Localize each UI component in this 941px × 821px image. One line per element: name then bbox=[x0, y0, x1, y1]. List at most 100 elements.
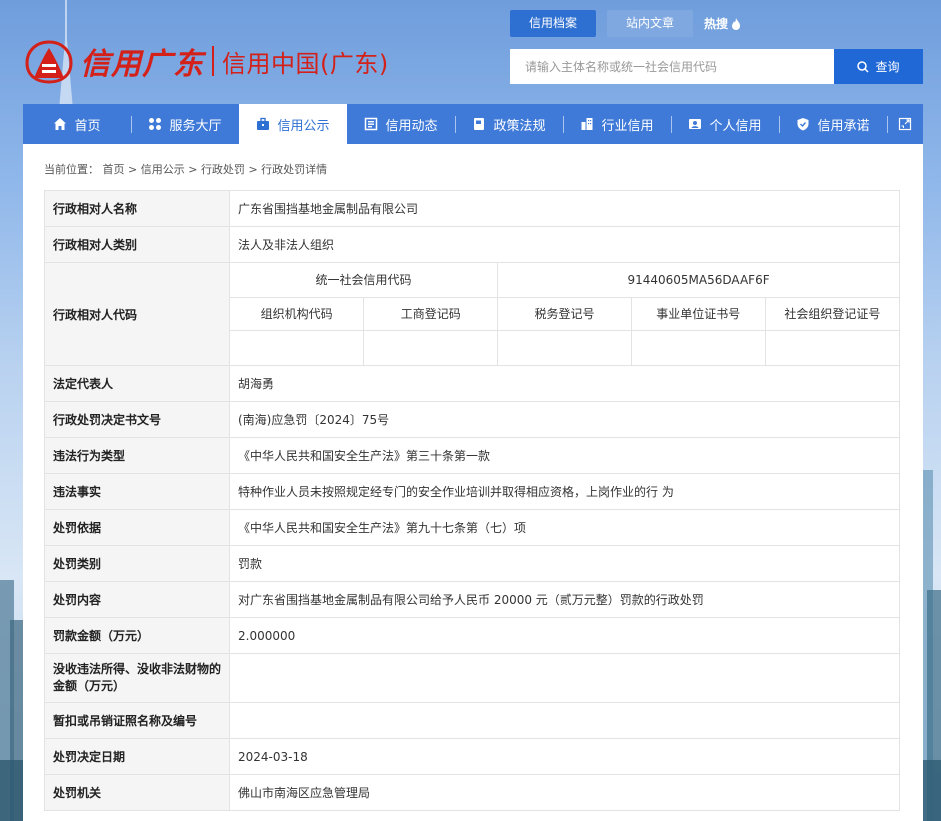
building-icon bbox=[581, 118, 593, 130]
penalty-detail-table: 行政相对人名称 广东省围挡基地金属制品有限公司 行政相对人类别 法人及非法人组织… bbox=[44, 190, 900, 811]
nav-item-home[interactable]: 首页 bbox=[23, 104, 131, 144]
book-icon bbox=[474, 118, 485, 130]
table-row: 处罚机关 佛山市南海区应急管理局 bbox=[44, 774, 900, 811]
category-value: 罚款 bbox=[229, 545, 900, 582]
external-window-icon bbox=[898, 117, 912, 131]
nav-item-credit-commitment[interactable]: 信用承诺 bbox=[779, 104, 887, 144]
search-button[interactable]: 查询 bbox=[834, 49, 923, 84]
nav-item-label: 政策法规 bbox=[493, 118, 546, 134]
authority-value: 佛山市南海区应急管理局 bbox=[229, 774, 900, 811]
org-code-value bbox=[230, 329, 365, 365]
license-value bbox=[229, 702, 900, 739]
breadcrumb-separator: > bbox=[128, 163, 138, 176]
table-row: 处罚决定日期 2024-03-18 bbox=[44, 738, 900, 775]
search-scope-tabs: 信用档案 站内文章 热搜 bbox=[510, 10, 741, 37]
institution-cert-value bbox=[630, 329, 766, 365]
briefcase-icon bbox=[257, 117, 270, 130]
confiscation-value bbox=[229, 653, 900, 703]
breadcrumb-item-current: 行政处罚详情 bbox=[261, 163, 328, 176]
nav-item-credit-news[interactable]: 信用动态 bbox=[347, 104, 455, 144]
institution-cert-header: 事业单位证书号 bbox=[630, 296, 766, 331]
tax-reg-header: 税务登记号 bbox=[497, 296, 632, 331]
nav-expand-button[interactable] bbox=[887, 104, 923, 144]
table-row: 行政处罚决定书文号 (南海)应急罚〔2024〕75号 bbox=[44, 401, 900, 438]
breadcrumb-separator: > bbox=[188, 163, 198, 176]
fine-label: 罚款金额（万元） bbox=[44, 617, 230, 654]
party-code-subtable: 统一社会信用代码 91440605MA56DAAF6F 组织机构代码 工商登记码… bbox=[230, 263, 899, 365]
nav-item-label: 个人信用 bbox=[709, 118, 762, 134]
logo-divider bbox=[212, 46, 214, 76]
shield-check-icon bbox=[797, 118, 809, 131]
site-logo[interactable]: 信用广东 信用中国(广东) bbox=[22, 38, 389, 84]
breadcrumb-item-credit-disclosure[interactable]: 信用公示 bbox=[141, 163, 185, 176]
basis-label: 处罚依据 bbox=[44, 509, 230, 546]
breadcrumb-item-admin-penalty[interactable]: 行政处罚 bbox=[201, 163, 245, 176]
content-label: 处罚内容 bbox=[44, 581, 230, 618]
search-icon bbox=[857, 60, 870, 73]
hot-search-link[interactable]: 热搜 bbox=[704, 15, 741, 32]
nav-item-service-hall[interactable]: 服务大厅 bbox=[131, 104, 239, 144]
table-row: 违法行为类型 《中华人民共和国安全生产法》第三十条第一款 bbox=[44, 437, 900, 474]
search-input[interactable] bbox=[510, 49, 834, 84]
tab-credit-archive[interactable]: 信用档案 bbox=[510, 10, 597, 37]
decision-date-label: 处罚决定日期 bbox=[44, 738, 230, 775]
uscc-value: 91440605MA56DAAF6F bbox=[497, 263, 899, 298]
main-nav: 首页 服务大厅 信用公示 信用动态 政策法规 行业信用 个人信用 信用承诺 bbox=[23, 104, 923, 144]
org-code-header: 组织机构代码 bbox=[230, 296, 365, 331]
party-code-cell: 统一社会信用代码 91440605MA56DAAF6F 组织机构代码 工商登记码… bbox=[229, 262, 900, 366]
violation-type-label: 违法行为类型 bbox=[44, 437, 230, 474]
table-row: 处罚依据 《中华人民共和国安全生产法》第九十七条第（七）项 bbox=[44, 509, 900, 546]
breadcrumb: 当前位置： 首页 > 信用公示 > 行政处罚 > 行政处罚详情 bbox=[44, 161, 327, 177]
table-row: 罚款金额（万元） 2.000000 bbox=[44, 617, 900, 654]
table-row: 处罚类别 罚款 bbox=[44, 545, 900, 582]
legal-rep-value: 胡海勇 bbox=[229, 365, 900, 402]
breadcrumb-item-home[interactable]: 首页 bbox=[103, 163, 125, 176]
flame-icon bbox=[732, 17, 741, 30]
social-org-header: 社会组织登记证号 bbox=[764, 296, 899, 331]
decision-date-value: 2024-03-18 bbox=[229, 738, 900, 775]
table-row: 行政相对人名称 广东省围挡基地金属制品有限公司 bbox=[44, 190, 900, 227]
tax-reg-value bbox=[497, 329, 632, 365]
business-reg-value bbox=[363, 329, 499, 365]
violation-type-value: 《中华人民共和国安全生产法》第三十条第一款 bbox=[229, 437, 900, 474]
search-bar: 查询 bbox=[510, 49, 923, 84]
content-value: 对广东省围挡基地金属制品有限公司给予人民币 20000 元（贰万元整）罚款的行政… bbox=[229, 581, 900, 618]
table-row: 行政相对人代码 统一社会信用代码 91440605MA56DAAF6F 组织机构… bbox=[44, 262, 900, 366]
nav-item-personal-credit[interactable]: 个人信用 bbox=[671, 104, 779, 144]
nav-item-label: 服务大厅 bbox=[169, 118, 222, 134]
nav-item-credit-disclosure[interactable]: 信用公示 bbox=[239, 104, 347, 144]
city-skyline-left bbox=[0, 580, 24, 821]
table-row: 法定代表人 胡海勇 bbox=[44, 365, 900, 402]
uscc-label: 统一社会信用代码 bbox=[230, 263, 499, 298]
license-label: 暂扣或吊销证照名称及编号 bbox=[44, 702, 230, 739]
party-type-label: 行政相对人类别 bbox=[44, 226, 230, 263]
news-icon bbox=[365, 117, 378, 131]
table-row: 违法事实 特种作业人员未按照规定经专门的安全作业培训并取得相应资格，上岗作业的行… bbox=[44, 473, 900, 510]
id-card-icon bbox=[689, 119, 702, 129]
site-title: 信用中国(广东) bbox=[222, 49, 389, 78]
facts-label: 违法事实 bbox=[44, 473, 230, 510]
table-row: 行政相对人类别 法人及非法人组织 bbox=[44, 226, 900, 263]
social-org-value bbox=[764, 329, 899, 365]
party-name-label: 行政相对人名称 bbox=[44, 190, 230, 227]
doc-no-label: 行政处罚决定书文号 bbox=[44, 401, 230, 438]
category-label: 处罚类别 bbox=[44, 545, 230, 582]
main-content: 当前位置： 首页 > 信用公示 > 行政处罚 > 行政处罚详情 行政相对人名称 … bbox=[23, 144, 923, 821]
nav-item-label: 信用公示 bbox=[277, 118, 330, 134]
tab-site-articles[interactable]: 站内文章 bbox=[607, 10, 694, 37]
party-type-value: 法人及非法人组织 bbox=[229, 226, 900, 263]
business-reg-header: 工商登记码 bbox=[363, 296, 499, 331]
confiscation-label: 没收违法所得、没收非法财物的金额（万元） bbox=[44, 653, 230, 703]
home-icon bbox=[54, 118, 67, 130]
fine-value: 2.000000 bbox=[229, 617, 900, 654]
table-row: 没收违法所得、没收非法财物的金额（万元） bbox=[44, 653, 900, 703]
brand-name: 信用广东 bbox=[80, 47, 204, 82]
nav-item-industry-credit[interactable]: 行业信用 bbox=[563, 104, 671, 144]
search-button-label: 查询 bbox=[875, 60, 900, 74]
party-name-value: 广东省围挡基地金属制品有限公司 bbox=[229, 190, 900, 227]
party-code-label: 行政相对人代码 bbox=[44, 262, 230, 366]
nav-item-label: 信用承诺 bbox=[817, 118, 870, 134]
nav-item-policy-regulations[interactable]: 政策法规 bbox=[455, 104, 563, 144]
table-row: 处罚内容 对广东省围挡基地金属制品有限公司给予人民币 20000 元（贰万元整）… bbox=[44, 581, 900, 618]
breadcrumb-prefix: 当前位置： bbox=[44, 163, 99, 176]
